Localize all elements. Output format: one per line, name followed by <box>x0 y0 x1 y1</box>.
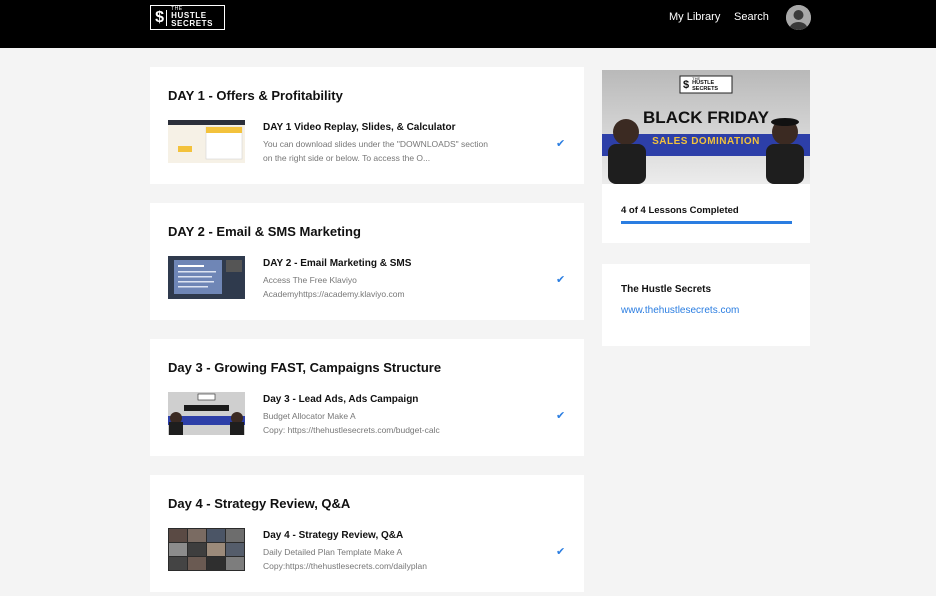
check-icon: ✔ <box>556 274 566 286</box>
promo-headline: BLACK FRIDAY <box>643 108 769 127</box>
lesson-thumbnail[interactable] <box>168 528 245 571</box>
lesson-description-line1: You can download slides under the "DOWNL… <box>263 139 488 149</box>
avatar-icon[interactable] <box>786 5 811 30</box>
check-icon: ✔ <box>556 546 566 558</box>
day-card-2: DAY 2 - Email & SMS Marketing DAY 2 - Em… <box>150 203 584 320</box>
logo-big-text: HUSTLE SECRETS <box>171 11 214 28</box>
author-website-link[interactable]: www.thehustlesecrets.com <box>621 305 739 316</box>
lesson-thumbnail[interactable] <box>168 120 245 163</box>
lesson-description-line1: Access The Free Klaviyo <box>263 275 357 285</box>
progress-text: 4 of 4 Lessons Completed <box>621 205 739 216</box>
progress-fill <box>621 221 792 224</box>
promo-logo: $ THE HUSTLE SECRETS <box>680 76 732 93</box>
day-card-1: DAY 1 - Offers & Profitability DAY 1 Vid… <box>150 67 584 184</box>
day-title: DAY 1 - Offers & Profitability <box>168 88 343 103</box>
lesson-description-line1: Daily Detailed Plan Template Make A <box>263 547 403 557</box>
day-card-3: Day 3 - Growing FAST, Campaigns Structur… <box>150 339 584 456</box>
lesson-title[interactable]: DAY 1 Video Replay, Slides, & Calculator <box>263 122 455 133</box>
lesson-title[interactable]: DAY 2 - Email Marketing & SMS <box>263 258 411 269</box>
check-icon: ✔ <box>556 410 566 422</box>
author-name: The Hustle Secrets <box>621 284 712 295</box>
lesson-thumbnail[interactable] <box>168 256 245 299</box>
logo-icon: $ <box>683 78 690 91</box>
lesson-thumbnail[interactable] <box>168 392 245 435</box>
day-title: DAY 2 - Email & SMS Marketing <box>168 224 361 239</box>
day-title: Day 3 - Growing FAST, Campaigns Structur… <box>168 360 442 375</box>
day-title: Day 4 - Strategy Review, Q&A <box>168 496 351 511</box>
lesson-title[interactable]: Day 4 - Strategy Review, Q&A <box>263 530 403 541</box>
lesson-description-line2: Copy: https://thehustlesecrets.com/budge… <box>263 425 440 435</box>
nav-search[interactable]: Search <box>734 11 769 23</box>
promo-banner-text: SALES DOMINATION <box>652 136 760 147</box>
lesson-description-line1: Budget Allocator Make A <box>263 411 356 421</box>
author-info-card: The Hustle Secrets www.thehustlesecrets.… <box>602 264 810 346</box>
logo-icon: $ <box>155 9 168 26</box>
progress-bar <box>621 221 792 224</box>
logo-text: THE HUSTLE SECRETS <box>171 7 220 28</box>
site-logo[interactable]: $ THE HUSTLE SECRETS <box>150 5 225 30</box>
lesson-description-line2: on the right side or below. To access th… <box>263 153 431 163</box>
course-progress-card: $ THE HUSTLE SECRETS BLACK FRIDAY SALES … <box>602 70 810 243</box>
promo-logo-big: HUSTLE SECRETS <box>692 80 719 92</box>
lesson-title[interactable]: Day 3 - Lead Ads, Ads Campaign <box>263 394 418 405</box>
site-header: $ THE HUSTLE SECRETS My Library Search <box>0 0 936 48</box>
lesson-description-line2: Copy:https://thehustlesecrets.com/dailyp… <box>263 561 427 571</box>
lesson-description-line2: Academyhttps://academy.klaviyo.com <box>263 289 405 299</box>
course-banner-image: $ THE HUSTLE SECRETS BLACK FRIDAY SALES … <box>602 70 810 184</box>
day-card-4: Day 4 - Strategy Review, Q&A Day 4 - Str… <box>150 475 584 592</box>
nav-my-library[interactable]: My Library <box>669 11 720 23</box>
check-icon: ✔ <box>556 138 566 150</box>
